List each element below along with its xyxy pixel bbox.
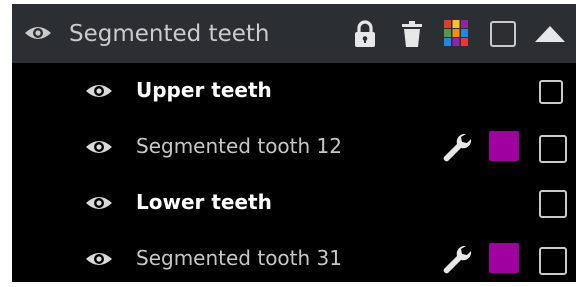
eye-icon[interactable] bbox=[85, 139, 113, 155]
list-item[interactable]: Segmented tooth 12 bbox=[12, 119, 576, 175]
item-checkbox[interactable] bbox=[539, 247, 567, 275]
layer-panel: Segmented teeth Upper teeth Segmented to… bbox=[12, 4, 576, 282]
item-label: Segmented tooth 12 bbox=[136, 134, 342, 158]
list-item[interactable]: Segmented tooth 31 bbox=[12, 231, 576, 287]
wrench-icon[interactable] bbox=[440, 243, 472, 275]
lock-icon[interactable] bbox=[354, 20, 376, 48]
item-label: Upper teeth bbox=[136, 78, 272, 102]
item-checkbox[interactable] bbox=[539, 135, 567, 163]
color-swatch[interactable] bbox=[489, 131, 519, 161]
color-palette-icon[interactable] bbox=[444, 20, 468, 46]
item-label: Lower teeth bbox=[136, 190, 272, 214]
group-checkbox[interactable] bbox=[490, 21, 516, 47]
color-swatch[interactable] bbox=[489, 243, 519, 273]
wrench-icon[interactable] bbox=[440, 131, 472, 163]
collapse-arrow-icon[interactable] bbox=[535, 26, 565, 42]
group-header[interactable]: Segmented teeth bbox=[12, 4, 576, 63]
item-checkbox[interactable] bbox=[539, 80, 563, 104]
eye-icon[interactable] bbox=[85, 251, 113, 267]
eye-icon[interactable] bbox=[24, 25, 52, 41]
item-label: Segmented tooth 31 bbox=[136, 246, 342, 270]
eye-icon[interactable] bbox=[85, 195, 113, 211]
list-item[interactable]: Upper teeth bbox=[12, 63, 576, 119]
trash-icon[interactable] bbox=[402, 21, 422, 47]
group-title: Segmented teeth bbox=[69, 21, 270, 47]
item-checkbox[interactable] bbox=[539, 190, 567, 218]
eye-icon[interactable] bbox=[85, 83, 113, 99]
list-item[interactable]: Lower teeth bbox=[12, 175, 576, 231]
